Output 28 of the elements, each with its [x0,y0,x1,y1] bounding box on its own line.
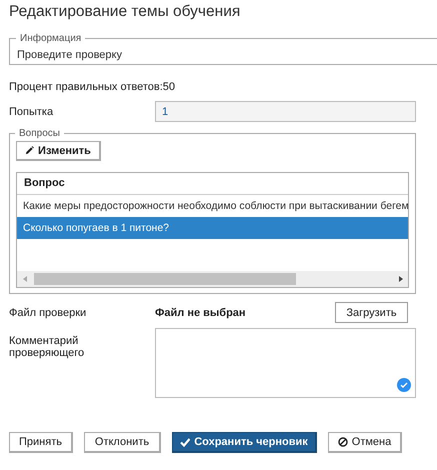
scroll-right-icon[interactable] [399,276,403,282]
scroll-left-icon[interactable] [23,276,27,282]
table-row[interactable]: Какие меры предосторожности необходимо соблюсти при вытаскивании бегем [17,195,408,217]
action-button[interactable]: Принять [9,432,73,453]
upload-button[interactable]: Загрузить [335,302,408,323]
field-label: Файл проверки [9,306,88,318]
file-status: Файл не выбран [155,306,247,318]
checkmark-icon [180,437,190,447]
page-title: Редактирование темы обучения [9,2,242,22]
attempt-field[interactable]: 1 [155,101,416,122]
panel-legend: Вопросы [15,128,64,139]
check-circle-icon [397,378,411,392]
cancel-button[interactable]: Отмена [328,432,402,453]
percent-text: Процент правильных ответов:50 [9,81,176,95]
field-label: Попытка [9,106,54,118]
save-draft-button[interactable]: Сохранить черновик [172,432,317,453]
comment-field[interactable] [155,328,416,398]
panel-legend: Информация [16,33,86,44]
horizontal-scrollbar[interactable] [17,271,408,287]
column-header: Вопрос [17,173,408,195]
pencil-icon [25,146,34,155]
edit-button[interactable]: Изменить [16,141,101,161]
scrollbar-thumb[interactable] [34,273,296,285]
info-text: Проведите проверку [17,48,123,61]
table-row[interactable]: Сколько попугаев в 1 питоне? [17,217,408,239]
field-label: Комментарий проверяющего [9,334,86,359]
prohibited-icon [338,437,348,447]
action-button[interactable]: Отклонить [84,432,161,453]
